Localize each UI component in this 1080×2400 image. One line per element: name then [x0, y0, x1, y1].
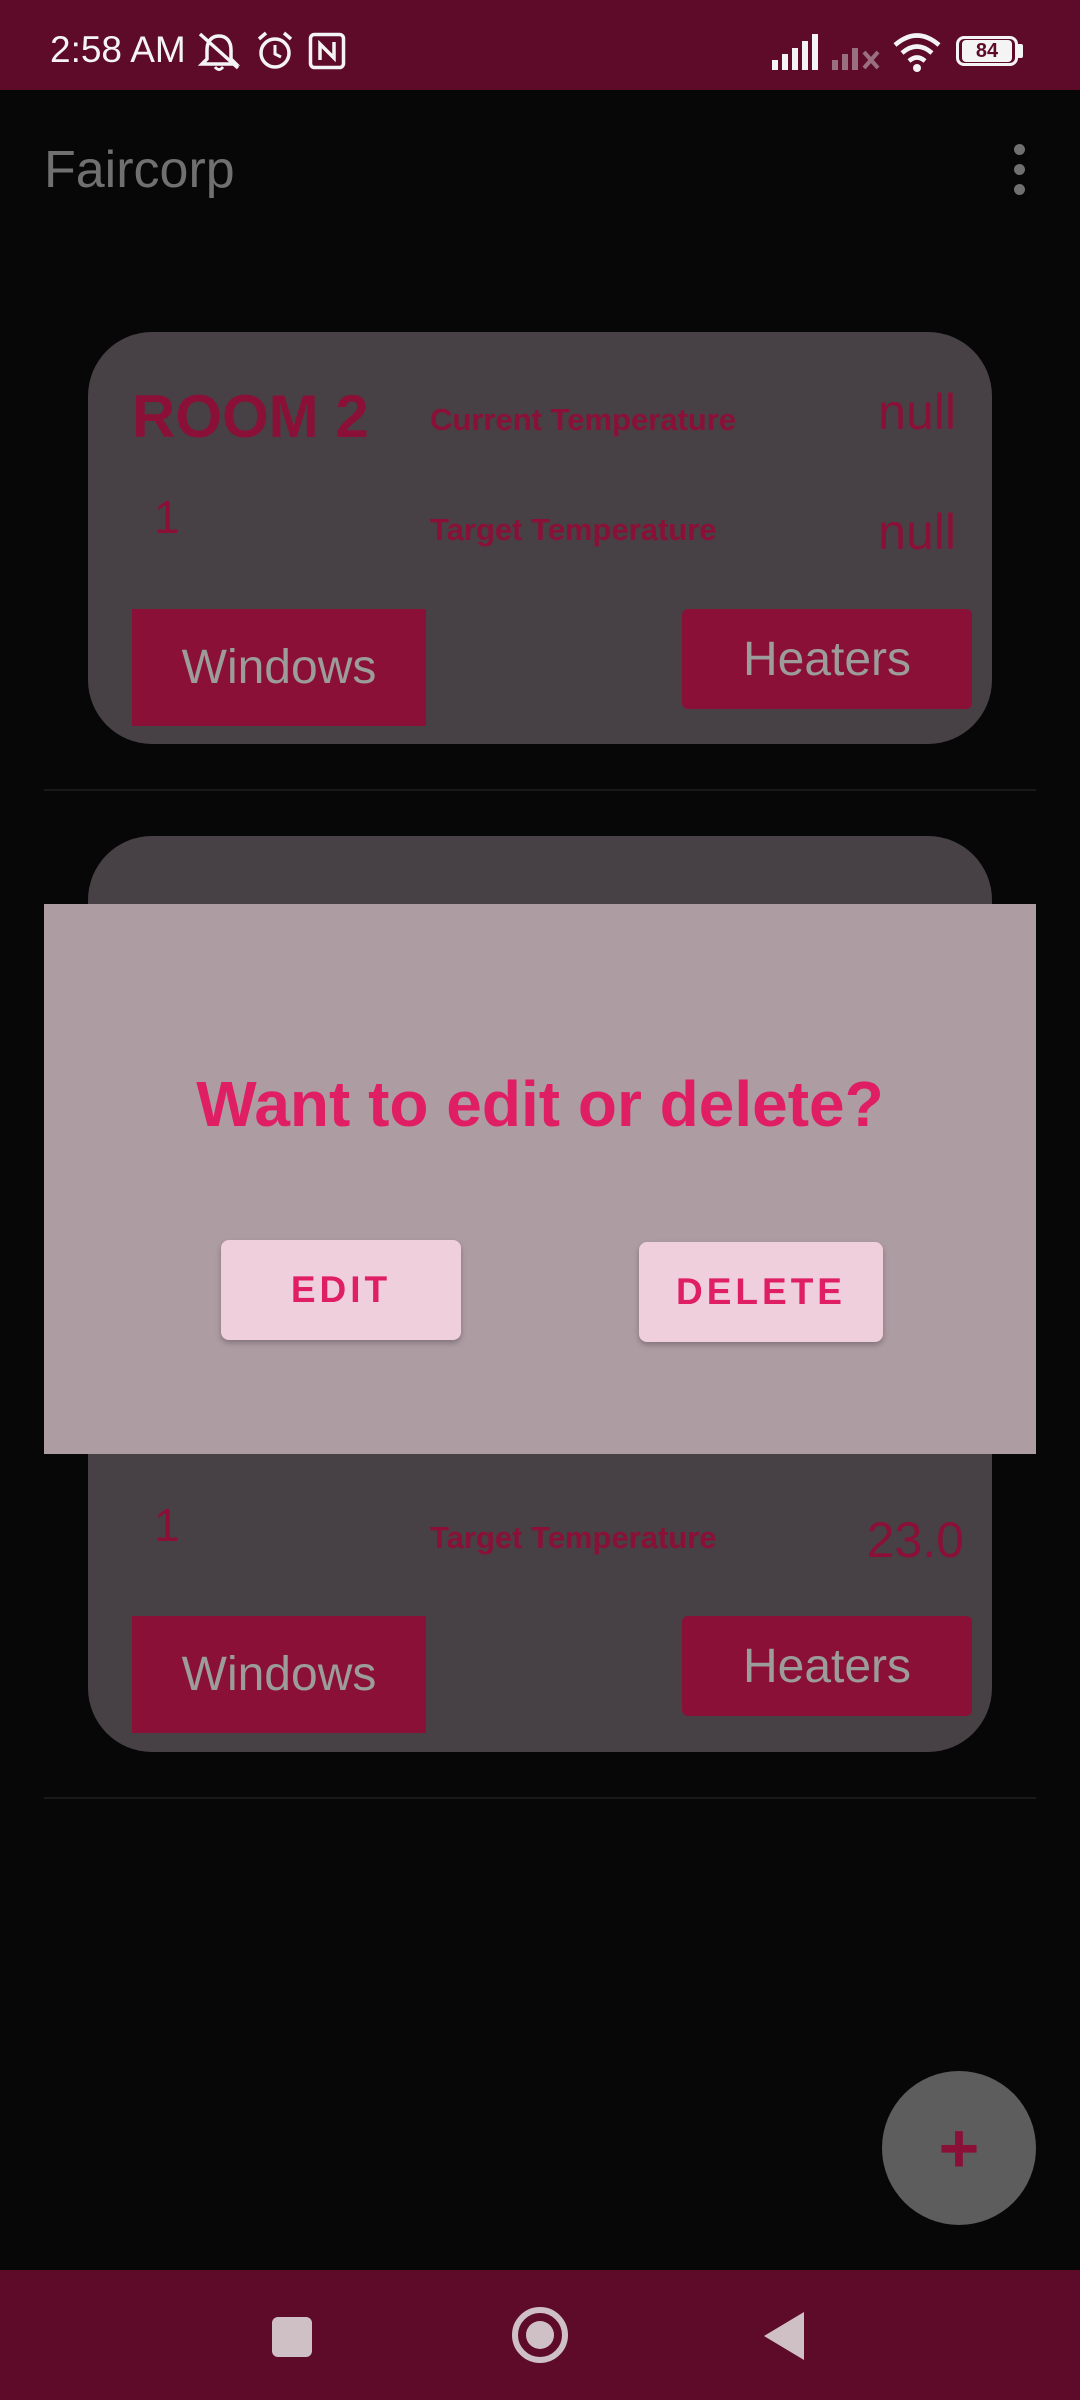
- windows-button[interactable]: Windows: [132, 609, 426, 726]
- wifi-icon: [893, 33, 941, 72]
- battery-icon: 84: [956, 36, 1018, 66]
- back-icon[interactable]: [764, 2312, 804, 2360]
- battery-tip: [1018, 44, 1023, 58]
- status-time: 2:58 AM: [50, 29, 186, 70]
- list-divider: [44, 1797, 1036, 1799]
- edit-button[interactable]: EDIT: [221, 1240, 461, 1340]
- more-vert-icon[interactable]: [1000, 140, 1040, 200]
- add-room-button[interactable]: +: [882, 2071, 1036, 2225]
- room-name: ROOM 2: [132, 383, 369, 450]
- current-temperature-label: Current Temperature: [430, 402, 737, 437]
- target-temperature-value: 23.0: [866, 1512, 964, 1568]
- heaters-button[interactable]: Heaters: [682, 609, 972, 709]
- current-temperature-value: null: [878, 384, 956, 440]
- edit-delete-dialog: Want to edit or delete? EDIT DELETE: [44, 904, 1036, 1454]
- windows-button[interactable]: Windows: [132, 1616, 426, 1733]
- recents-icon[interactable]: [272, 2317, 312, 2357]
- room-card[interactable]: ROOM 2 1 Current Temperature null Target…: [88, 332, 992, 744]
- target-temperature-label: Target Temperature: [430, 512, 717, 547]
- navigation-bar: [0, 2270, 1080, 2400]
- dialog-title: Want to edit or delete?: [196, 1068, 884, 1140]
- mute-alerts-icon: [197, 32, 241, 71]
- app-bar: Faircorp: [0, 90, 1080, 250]
- heaters-button[interactable]: Heaters: [682, 1616, 972, 1716]
- signal-icon: [772, 34, 818, 70]
- add-icon: +: [938, 2109, 980, 2187]
- room-floor: 1: [154, 1499, 180, 1551]
- battery-level: 84: [962, 40, 1012, 62]
- target-temperature-value: null: [878, 504, 956, 560]
- delete-button[interactable]: DELETE: [639, 1242, 883, 1342]
- list-divider: [44, 789, 1036, 791]
- nfc-icon: [308, 32, 346, 70]
- alarm-icon: [257, 31, 293, 69]
- status-bar: 2:58 AM 84: [0, 0, 1080, 90]
- room-floor: 1: [154, 491, 180, 543]
- target-temperature-label: Target Temperature: [430, 1520, 717, 1555]
- home-icon[interactable]: [512, 2307, 568, 2363]
- signal-no-service-icon: [832, 48, 880, 70]
- app-title: Faircorp: [44, 141, 235, 199]
